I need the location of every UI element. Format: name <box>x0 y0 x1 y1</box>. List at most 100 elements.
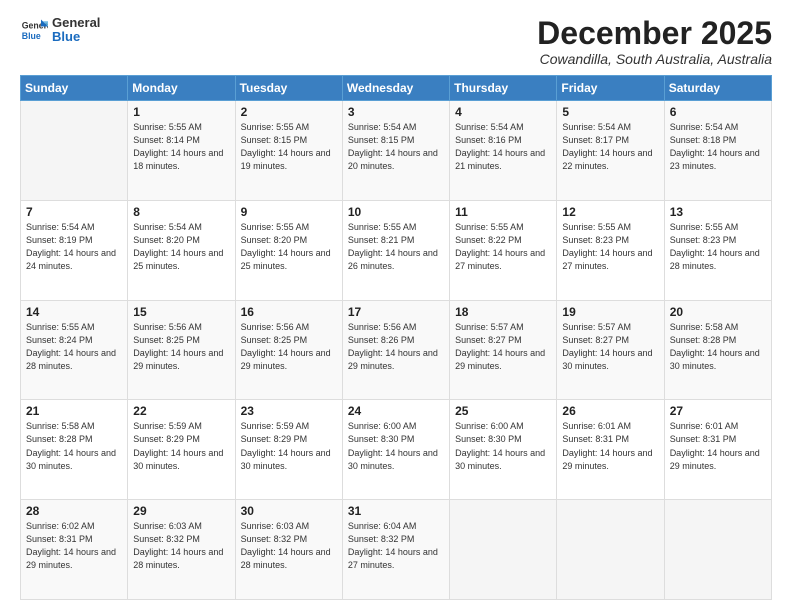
day-number: 19 <box>562 305 658 319</box>
sunrise: Sunrise: 6:03 AM <box>241 520 337 533</box>
logo-icon: General Blue <box>20 16 48 44</box>
week-row-3: 14 Sunrise: 5:55 AM Sunset: 8:24 PM Dayl… <box>21 300 772 400</box>
day-info: Sunrise: 5:58 AM Sunset: 8:28 PM Dayligh… <box>670 321 766 373</box>
day-number: 12 <box>562 205 658 219</box>
day-number: 16 <box>241 305 337 319</box>
day-number: 28 <box>26 504 122 518</box>
sunset: Sunset: 8:29 PM <box>133 433 229 446</box>
day-number: 11 <box>455 205 551 219</box>
daylight: Daylight: 14 hours and 21 minutes. <box>455 147 551 173</box>
subtitle: Cowandilla, South Australia, Australia <box>537 51 772 67</box>
day-info: Sunrise: 6:03 AM Sunset: 8:32 PM Dayligh… <box>133 520 229 572</box>
sunset: Sunset: 8:14 PM <box>133 134 229 147</box>
day-number: 20 <box>670 305 766 319</box>
sunset: Sunset: 8:22 PM <box>455 234 551 247</box>
sunset: Sunset: 8:21 PM <box>348 234 444 247</box>
weekday-header-saturday: Saturday <box>664 76 771 101</box>
page: General Blue General Blue December 2025 … <box>0 0 792 612</box>
day-number: 30 <box>241 504 337 518</box>
sunrise: Sunrise: 5:55 AM <box>133 121 229 134</box>
daylight: Daylight: 14 hours and 20 minutes. <box>348 147 444 173</box>
day-cell: 10 Sunrise: 5:55 AM Sunset: 8:21 PM Dayl… <box>342 200 449 300</box>
sunrise: Sunrise: 5:57 AM <box>455 321 551 334</box>
day-info: Sunrise: 5:59 AM Sunset: 8:29 PM Dayligh… <box>133 420 229 472</box>
day-number: 18 <box>455 305 551 319</box>
day-number: 27 <box>670 404 766 418</box>
sunrise: Sunrise: 6:03 AM <box>133 520 229 533</box>
day-info: Sunrise: 6:01 AM Sunset: 8:31 PM Dayligh… <box>670 420 766 472</box>
day-number: 13 <box>670 205 766 219</box>
day-cell: 3 Sunrise: 5:54 AM Sunset: 8:15 PM Dayli… <box>342 101 449 201</box>
day-cell: 18 Sunrise: 5:57 AM Sunset: 8:27 PM Dayl… <box>450 300 557 400</box>
sunrise: Sunrise: 5:55 AM <box>348 221 444 234</box>
daylight: Daylight: 14 hours and 28 minutes. <box>670 247 766 273</box>
daylight: Daylight: 14 hours and 29 minutes. <box>455 347 551 373</box>
day-cell: 4 Sunrise: 5:54 AM Sunset: 8:16 PM Dayli… <box>450 101 557 201</box>
day-number: 23 <box>241 404 337 418</box>
day-number: 26 <box>562 404 658 418</box>
sunrise: Sunrise: 5:54 AM <box>562 121 658 134</box>
sunset: Sunset: 8:32 PM <box>241 533 337 546</box>
sunrise: Sunrise: 5:55 AM <box>241 221 337 234</box>
day-cell: 27 Sunrise: 6:01 AM Sunset: 8:31 PM Dayl… <box>664 400 771 500</box>
day-number: 7 <box>26 205 122 219</box>
sunset: Sunset: 8:23 PM <box>562 234 658 247</box>
day-cell: 1 Sunrise: 5:55 AM Sunset: 8:14 PM Dayli… <box>128 101 235 201</box>
sunrise: Sunrise: 5:55 AM <box>670 221 766 234</box>
weekday-header-friday: Friday <box>557 76 664 101</box>
daylight: Daylight: 14 hours and 29 minutes. <box>670 447 766 473</box>
day-cell: 9 Sunrise: 5:55 AM Sunset: 8:20 PM Dayli… <box>235 200 342 300</box>
day-info: Sunrise: 5:55 AM Sunset: 8:22 PM Dayligh… <box>455 221 551 273</box>
day-number: 1 <box>133 105 229 119</box>
day-cell: 19 Sunrise: 5:57 AM Sunset: 8:27 PM Dayl… <box>557 300 664 400</box>
day-number: 4 <box>455 105 551 119</box>
daylight: Daylight: 14 hours and 27 minutes. <box>562 247 658 273</box>
daylight: Daylight: 14 hours and 28 minutes. <box>26 347 122 373</box>
sunset: Sunset: 8:15 PM <box>348 134 444 147</box>
sunset: Sunset: 8:28 PM <box>26 433 122 446</box>
sunset: Sunset: 8:31 PM <box>26 533 122 546</box>
day-info: Sunrise: 5:54 AM Sunset: 8:16 PM Dayligh… <box>455 121 551 173</box>
sunset: Sunset: 8:16 PM <box>455 134 551 147</box>
sunrise: Sunrise: 5:55 AM <box>26 321 122 334</box>
sunset: Sunset: 8:30 PM <box>348 433 444 446</box>
day-number: 8 <box>133 205 229 219</box>
day-cell <box>664 500 771 600</box>
daylight: Daylight: 14 hours and 29 minutes. <box>562 447 658 473</box>
day-number: 9 <box>241 205 337 219</box>
day-info: Sunrise: 5:58 AM Sunset: 8:28 PM Dayligh… <box>26 420 122 472</box>
day-cell: 30 Sunrise: 6:03 AM Sunset: 8:32 PM Dayl… <box>235 500 342 600</box>
day-info: Sunrise: 5:54 AM Sunset: 8:19 PM Dayligh… <box>26 221 122 273</box>
day-info: Sunrise: 5:56 AM Sunset: 8:25 PM Dayligh… <box>241 321 337 373</box>
sunrise: Sunrise: 5:56 AM <box>348 321 444 334</box>
day-number: 24 <box>348 404 444 418</box>
sunset: Sunset: 8:31 PM <box>670 433 766 446</box>
day-info: Sunrise: 6:00 AM Sunset: 8:30 PM Dayligh… <box>348 420 444 472</box>
week-row-2: 7 Sunrise: 5:54 AM Sunset: 8:19 PM Dayli… <box>21 200 772 300</box>
sunrise: Sunrise: 5:56 AM <box>241 321 337 334</box>
sunset: Sunset: 8:20 PM <box>241 234 337 247</box>
day-cell: 24 Sunrise: 6:00 AM Sunset: 8:30 PM Dayl… <box>342 400 449 500</box>
daylight: Daylight: 14 hours and 28 minutes. <box>241 546 337 572</box>
day-cell: 20 Sunrise: 5:58 AM Sunset: 8:28 PM Dayl… <box>664 300 771 400</box>
daylight: Daylight: 14 hours and 30 minutes. <box>133 447 229 473</box>
day-cell: 12 Sunrise: 5:55 AM Sunset: 8:23 PM Dayl… <box>557 200 664 300</box>
day-info: Sunrise: 5:55 AM Sunset: 8:15 PM Dayligh… <box>241 121 337 173</box>
sunset: Sunset: 8:20 PM <box>133 234 229 247</box>
day-number: 25 <box>455 404 551 418</box>
logo: General Blue General Blue <box>20 16 100 45</box>
daylight: Daylight: 14 hours and 30 minutes. <box>26 447 122 473</box>
weekday-header-monday: Monday <box>128 76 235 101</box>
day-info: Sunrise: 6:00 AM Sunset: 8:30 PM Dayligh… <box>455 420 551 472</box>
daylight: Daylight: 14 hours and 25 minutes. <box>241 247 337 273</box>
sunrise: Sunrise: 6:04 AM <box>348 520 444 533</box>
svg-text:Blue: Blue <box>22 31 41 41</box>
day-cell <box>21 101 128 201</box>
day-info: Sunrise: 6:04 AM Sunset: 8:32 PM Dayligh… <box>348 520 444 572</box>
weekday-header-thursday: Thursday <box>450 76 557 101</box>
day-number: 5 <box>562 105 658 119</box>
day-cell: 22 Sunrise: 5:59 AM Sunset: 8:29 PM Dayl… <box>128 400 235 500</box>
day-info: Sunrise: 6:01 AM Sunset: 8:31 PM Dayligh… <box>562 420 658 472</box>
daylight: Daylight: 14 hours and 30 minutes. <box>670 347 766 373</box>
daylight: Daylight: 14 hours and 19 minutes. <box>241 147 337 173</box>
